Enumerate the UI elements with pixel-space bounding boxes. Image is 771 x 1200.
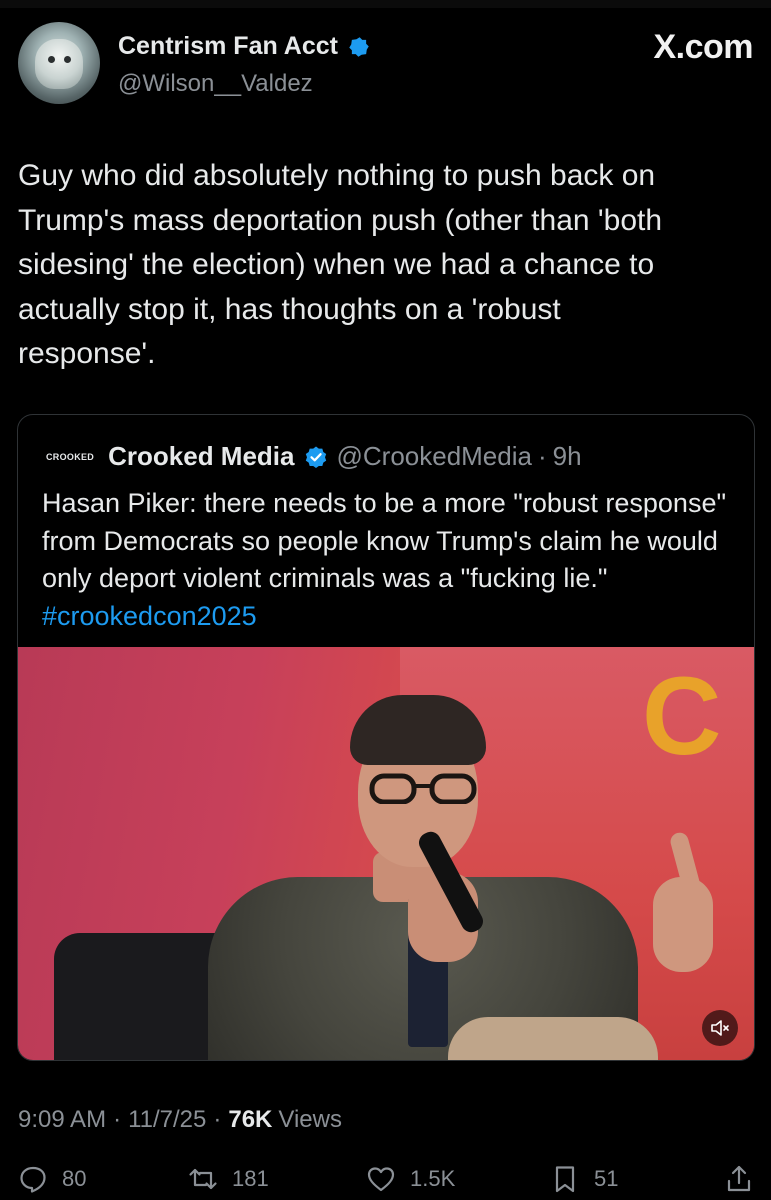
post-text: Guy who did absolutely nothing to push b…: [18, 159, 663, 370]
speaker-legs: [448, 1017, 658, 1060]
post-date[interactable]: 11/7/25: [128, 1106, 206, 1134]
author-name-row: Centrism Fan Acct: [118, 32, 370, 61]
avatar-eye: [64, 56, 71, 63]
quoted-video[interactable]: C: [18, 647, 754, 1060]
speaker-hair: [350, 695, 486, 765]
reply-count: 80: [62, 1166, 87, 1191]
quoted-post[interactable]: CROOKED Crooked Media @CrookedMedia · 9h…: [17, 414, 755, 1061]
separator: ·: [113, 1106, 122, 1133]
speaker-muted-icon: [711, 1020, 729, 1036]
quoted-body: Hasan Piker: there needs to be a more "r…: [42, 488, 727, 593]
author-display-name[interactable]: Centrism Fan Acct: [118, 32, 338, 61]
avatar-eye: [48, 56, 55, 63]
views-label: Views: [278, 1106, 342, 1133]
share-button[interactable]: [724, 1164, 768, 1194]
verified-badge-icon: [349, 36, 369, 57]
like-button[interactable]: 1.5K: [366, 1164, 455, 1194]
post-time[interactable]: 9:09 AM: [18, 1106, 106, 1134]
reply-button[interactable]: 80: [18, 1164, 86, 1194]
quoted-post-header: CROOKED Crooked Media @CrookedMedia · 9h: [46, 441, 582, 472]
avatar[interactable]: [18, 22, 100, 104]
quoted-timestamp: 9h: [552, 441, 582, 471]
action-bar: 80 181 1.5K 51: [18, 1164, 753, 1200]
speaker-hand: [653, 877, 713, 972]
quoted-text: Hasan Piker: there needs to be a more "r…: [42, 485, 732, 635]
repost-icon: [189, 1168, 217, 1190]
avatar-face: [35, 39, 83, 89]
glasses-icon: [369, 773, 477, 804]
hashtag-link[interactable]: #crookedcon2025: [42, 601, 257, 631]
quoted-handle: @CrookedMedia: [336, 441, 532, 471]
mute-button[interactable]: [702, 1010, 738, 1046]
post-meta: 9:09 AM · 11/7/25 · 76K Views: [18, 1106, 342, 1134]
separator: ·: [537, 441, 547, 471]
repost-button[interactable]: 181: [188, 1164, 269, 1194]
repost-count: 181: [232, 1166, 269, 1191]
author-handle[interactable]: @Wilson__Valdez: [118, 70, 313, 98]
x-com-watermark: X.com: [653, 28, 753, 66]
verified-badge-icon: [306, 446, 327, 468]
top-edge: [0, 0, 771, 8]
quoted-display-name: Crooked Media: [108, 441, 295, 471]
share-icon: [727, 1165, 751, 1192]
views-count: 76K: [228, 1106, 273, 1133]
separator: ·: [213, 1106, 222, 1133]
like-count: 1.5K: [410, 1166, 456, 1191]
heart-icon: [367, 1167, 395, 1192]
reply-icon: [20, 1166, 46, 1193]
bookmark-count: 51: [594, 1166, 619, 1191]
bookmark-button[interactable]: 51: [550, 1164, 618, 1194]
crooked-logo: CROOKED: [46, 451, 95, 462]
bookmark-icon: [555, 1166, 575, 1193]
speaker: [178, 687, 738, 1060]
post-header: Centrism Fan Acct @Wilson__Valdez X.com: [18, 20, 753, 110]
